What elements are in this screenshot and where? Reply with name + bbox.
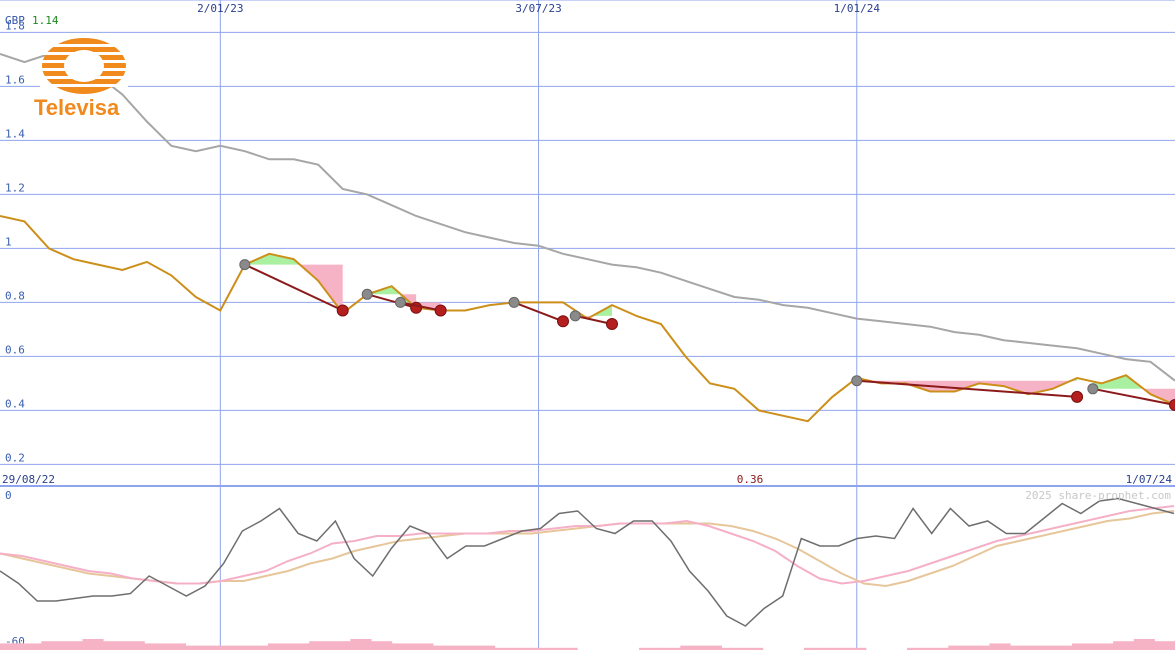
entry-marker [851, 375, 863, 387]
histogram-bar [350, 639, 372, 650]
entry-marker [508, 296, 520, 308]
histogram-bar [82, 639, 104, 650]
histogram-bar [432, 645, 455, 650]
x-tick-label: 2/01/23 [197, 2, 243, 15]
histogram-bar [1010, 645, 1032, 650]
y-tick-label: 1 [5, 235, 12, 248]
histogram-bar [453, 645, 475, 650]
histogram-bar [371, 641, 393, 650]
y-tick-label: 1.4 [5, 127, 25, 140]
histogram-bar [144, 643, 166, 650]
x-end-label: 1/07/24 [1126, 473, 1173, 486]
histogram-bar [41, 641, 63, 650]
histogram-bar [948, 645, 970, 650]
histogram-bar [989, 643, 1011, 650]
y-tick-label: 1.2 [5, 181, 25, 194]
entry-marker [394, 296, 406, 308]
y-tick-label: 0.2 [5, 451, 25, 464]
histogram-bar [700, 645, 722, 650]
entry-marker [239, 259, 251, 271]
last-price-label: 1.14 [32, 14, 59, 27]
exit-marker [557, 315, 570, 328]
histogram-bar [680, 645, 702, 650]
histogram-bar [309, 641, 331, 650]
watermark: 2025 share-prophet.com [1025, 489, 1171, 502]
histogram-bar [226, 645, 248, 650]
histogram-bar [61, 641, 83, 650]
histogram-bar [185, 645, 207, 650]
histogram-bar [329, 641, 351, 650]
histogram-bar [1133, 639, 1155, 650]
histogram-bar [1092, 643, 1114, 650]
histogram-bar [267, 643, 290, 650]
histogram-bar [1051, 645, 1073, 650]
histogram-bar [20, 643, 42, 650]
histogram-bar [0, 643, 22, 650]
stock-chart: GBP 1.14 1.81.61.41.210.80.60.40.2 2/01/… [0, 0, 1175, 650]
entry-marker [569, 310, 581, 322]
histogram-bar [412, 643, 434, 650]
y-tick-label: 0.6 [5, 343, 25, 356]
histogram-bar [474, 645, 496, 650]
logo-icon [40, 38, 128, 94]
histogram-bar [1154, 641, 1175, 650]
exit-marker [434, 304, 447, 317]
exit-marker [1071, 390, 1084, 403]
histogram-bar [164, 643, 187, 650]
histogram-bar [206, 645, 228, 650]
histogram-bar [247, 645, 269, 650]
histogram-bar [123, 641, 145, 650]
histogram-bar [968, 645, 990, 650]
histogram-bar [1030, 645, 1052, 650]
histogram-bar [103, 641, 125, 650]
histogram-bar [1113, 641, 1135, 650]
chart-background [0, 0, 1175, 650]
exit-marker [605, 318, 618, 330]
x-start-label: 29/08/22 [2, 473, 55, 486]
x-tick-label: 3/07/23 [515, 2, 561, 15]
y-tick-label: 1.8 [5, 19, 25, 32]
exit-marker [336, 304, 349, 317]
x-tick-label: 1/01/24 [834, 2, 881, 15]
histogram-bar [391, 643, 413, 650]
oscillator-value-label: 0.36 [737, 473, 764, 486]
logo-wordmark: Televisa [34, 95, 120, 120]
histogram-bar [1071, 643, 1094, 650]
entry-marker [1087, 383, 1099, 395]
y-tick-label: 0.4 [5, 397, 25, 410]
histogram-bar [288, 643, 310, 650]
y-tick-label: 0.8 [5, 289, 25, 302]
osc-top-label: 0 [5, 489, 12, 502]
y-tick-label: 1.6 [5, 73, 25, 86]
entry-marker [361, 288, 373, 300]
